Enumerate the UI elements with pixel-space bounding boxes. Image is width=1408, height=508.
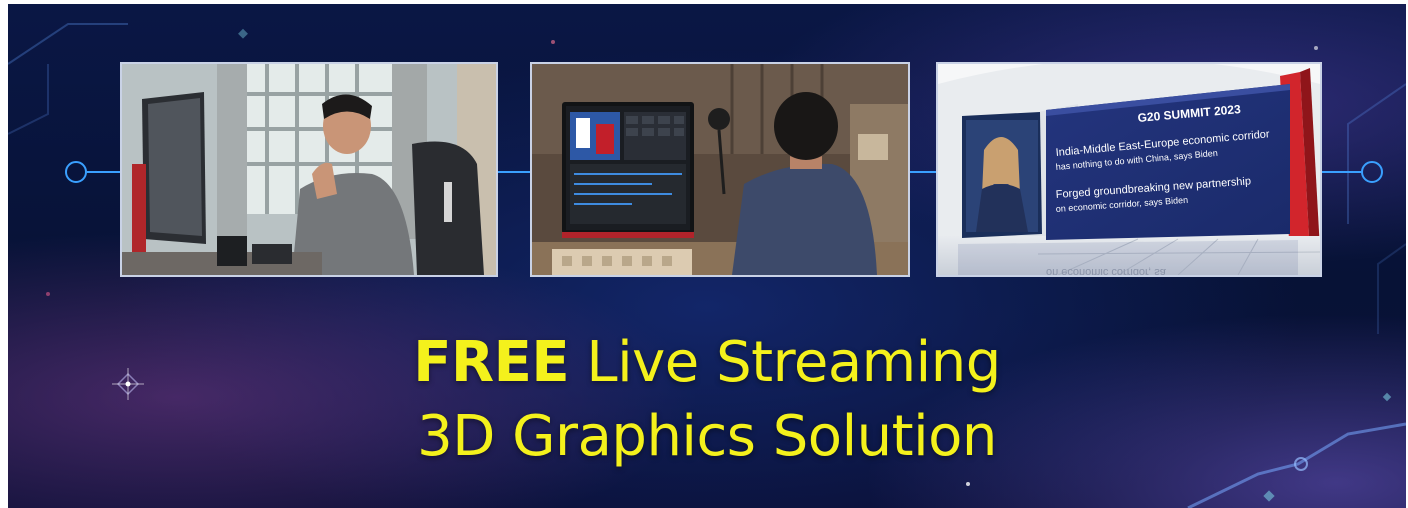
- headline-free-word: FREE: [413, 330, 570, 395]
- connector-line: [1322, 171, 1361, 173]
- connector-line: [498, 171, 530, 173]
- connector-line: [910, 171, 936, 173]
- headline-line-2: 3D Graphics Solution: [417, 404, 997, 469]
- connector-line: [87, 171, 120, 173]
- headline-line-1: FREE Live Streaming: [8, 326, 1406, 400]
- connector-node-right: [1361, 161, 1383, 183]
- headline-line-1-rest: Live Streaming: [569, 330, 1001, 395]
- photo-designer-at-desk: [120, 62, 498, 277]
- connector-node-left: [65, 161, 87, 183]
- promo-banner: G20 SUMMIT 2023 India-Middle East-Europe…: [8, 4, 1406, 508]
- promo-headline: FREE Live Streaming 3D Graphics Solution: [8, 326, 1406, 474]
- photo-virtual-news-studio: G20 SUMMIT 2023 India-Middle East-Europe…: [936, 62, 1322, 277]
- photo-editor-workstation: [530, 62, 910, 277]
- news-reflection-text: on economic corridor, sa: [1046, 266, 1167, 275]
